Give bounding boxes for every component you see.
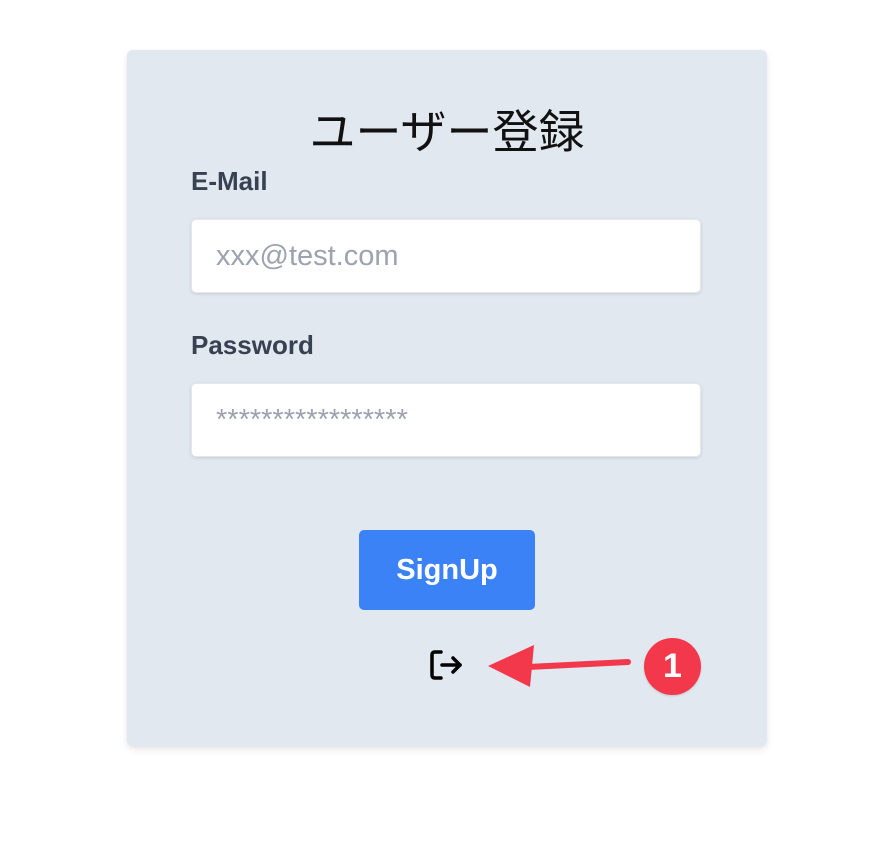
- sign-in-icon[interactable]: [429, 647, 465, 683]
- annotation-arrow-icon: [488, 645, 631, 687]
- password-label: Password: [191, 330, 314, 360]
- annotation-badge: 1: [644, 638, 701, 695]
- page-title: ユーザー登録: [309, 105, 585, 159]
- password-field[interactable]: [191, 383, 701, 457]
- email-field[interactable]: [191, 219, 701, 293]
- email-label: E-Mail: [191, 166, 268, 196]
- signup-button[interactable]: SignUp: [359, 530, 535, 610]
